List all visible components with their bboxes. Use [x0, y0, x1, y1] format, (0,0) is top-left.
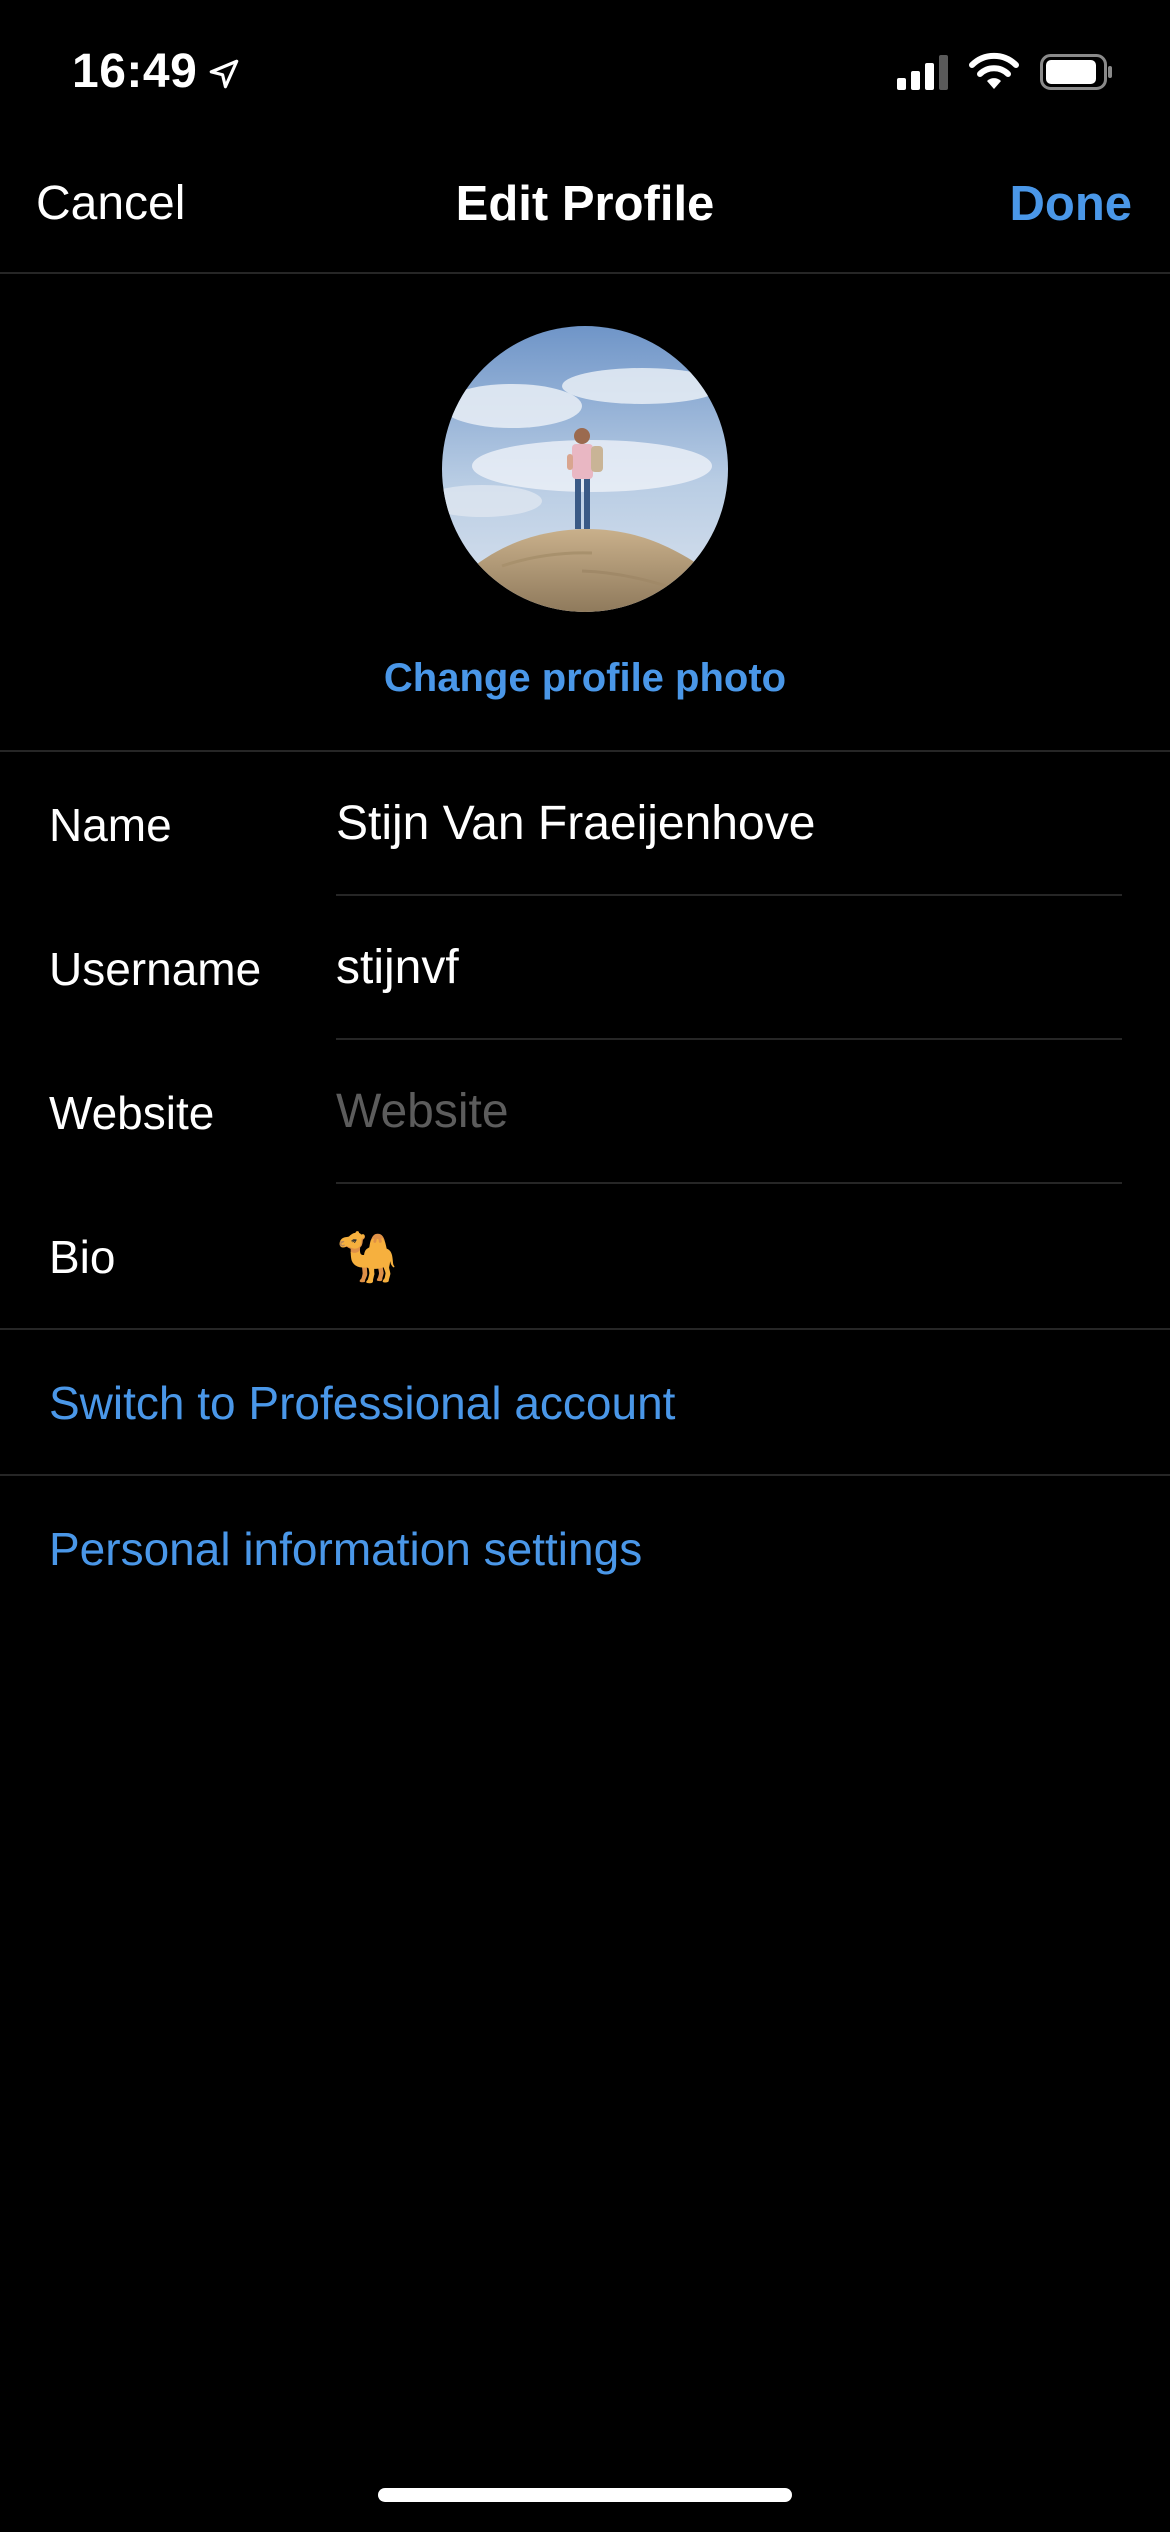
profile-fields: Name Stijn Van Fraeijenhove Username sti… — [0, 752, 1170, 1620]
status-time: 16:49 — [72, 45, 198, 98]
signal-icon — [897, 54, 948, 90]
wifi-icon — [969, 52, 1019, 89]
website-label: Website — [49, 1087, 215, 1139]
website-row: Website Website — [0, 1040, 1170, 1184]
nav-bar: Cancel Edit Profile Done — [0, 140, 1170, 274]
bio-row: Bio 🐪 — [0, 1184, 1170, 1328]
status-time-group: 16:49 — [72, 44, 241, 99]
cancel-button[interactable]: Cancel — [36, 176, 185, 231]
username-row: Username stijnvf — [0, 896, 1170, 1040]
bio-field[interactable]: 🐪 — [336, 1228, 1122, 1288]
status-icons — [897, 52, 1114, 92]
home-indicator[interactable] — [378, 2488, 792, 2502]
professional-row: Switch to Professional account — [0, 1330, 1170, 1474]
name-label: Name — [49, 799, 172, 851]
battery-icon — [1040, 54, 1112, 90]
personal-info-settings-link[interactable]: Personal information settings — [49, 1522, 642, 1576]
status-bar: 16:49 — [0, 0, 1170, 140]
change-profile-photo-link[interactable]: Change profile photo — [0, 656, 1170, 701]
bio-label: Bio — [49, 1231, 116, 1283]
edit-profile-screen: 16:49 Cancel Edit Profile Done Change pr… — [0, 0, 1170, 2532]
profile-photo-section: Change profile photo — [0, 274, 1170, 752]
profile-avatar[interactable] — [442, 326, 728, 612]
name-row: Name Stijn Van Fraeijenhove — [0, 752, 1170, 896]
website-field[interactable]: Website — [336, 1084, 1122, 1144]
personal-info-row: Personal information settings — [0, 1476, 1170, 1620]
name-field[interactable]: Stijn Van Fraeijenhove — [336, 796, 1122, 856]
done-button[interactable]: Done — [1010, 176, 1133, 232]
username-label: Username — [49, 943, 262, 995]
switch-professional-link[interactable]: Switch to Professional account — [49, 1376, 675, 1430]
avatar-photo-image — [442, 326, 728, 612]
username-field[interactable]: stijnvf — [336, 940, 1122, 1000]
location-arrow-icon — [209, 59, 239, 88]
